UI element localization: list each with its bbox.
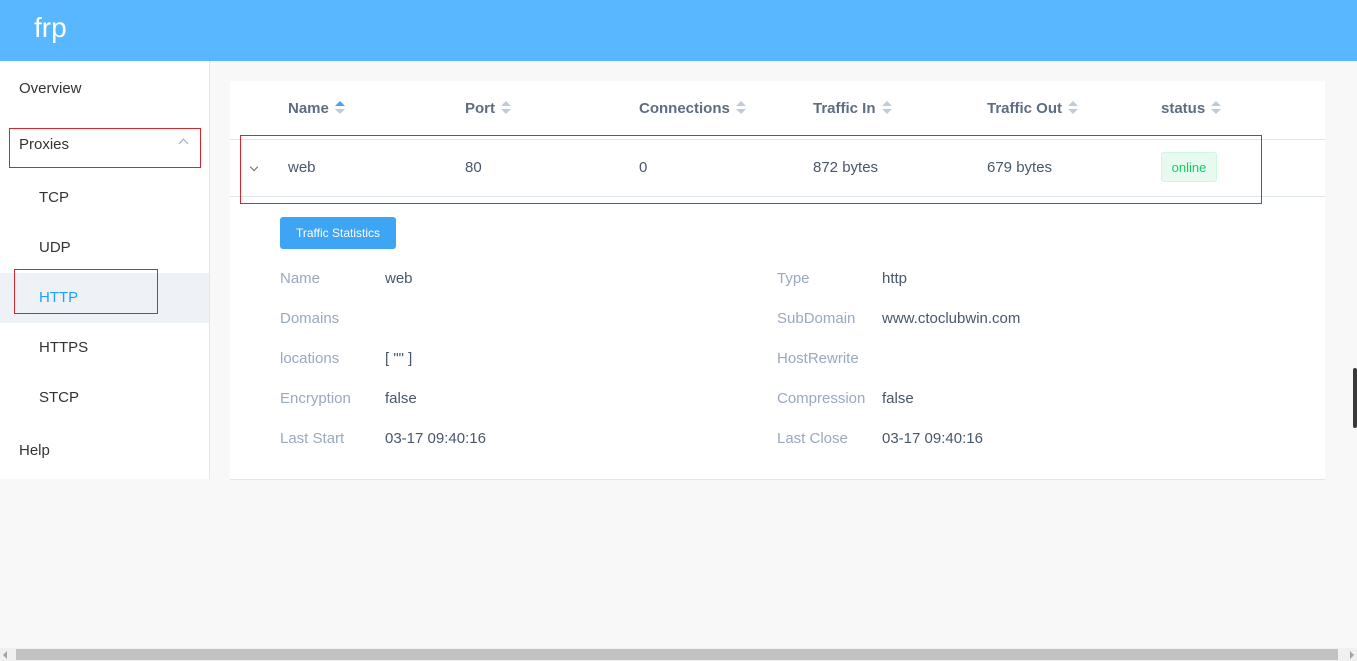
cell-name: web bbox=[288, 159, 316, 176]
traffic-statistics-button[interactable]: Traffic Statistics bbox=[280, 217, 396, 249]
detail-value-last-start: 03-17 09:40:16 bbox=[385, 430, 486, 447]
detail-label-subdomain: SubDomain bbox=[777, 310, 856, 327]
detail-value-locations: [ "" ] bbox=[385, 350, 413, 367]
chevron-up-icon bbox=[178, 138, 189, 149]
proxies-table-panel: Name Port Connections Traffic In Traffic… bbox=[230, 81, 1325, 480]
sidebar-nav: Overview Proxies TCP UDP HTTP HTTPS STCP… bbox=[0, 61, 210, 479]
detail-label-last-close: Last Close bbox=[777, 430, 848, 447]
sidebar-item-label: HTTP bbox=[39, 289, 79, 306]
column-header-traffic-in[interactable]: Traffic In bbox=[813, 100, 892, 117]
sidebar-item-tcp[interactable]: TCP bbox=[0, 173, 209, 223]
sort-caret-icon[interactable] bbox=[735, 101, 746, 115]
sidebar-item-label: STCP bbox=[39, 389, 80, 406]
detail-value-subdomain: www.ctoclubwin.com bbox=[882, 310, 1021, 327]
sidebar-item-label: Proxies bbox=[19, 136, 70, 153]
sidebar-item-label: HTTPS bbox=[39, 339, 89, 356]
sidebar-item-label: UDP bbox=[39, 239, 71, 256]
scroll-left-arrow-icon[interactable] bbox=[3, 651, 7, 659]
detail-label-locations: locations bbox=[280, 350, 340, 367]
top-header: frp bbox=[0, 0, 1357, 61]
detail-value-name: web bbox=[385, 270, 413, 287]
detail-label-encryption: Encryption bbox=[280, 390, 351, 407]
detail-label-type: Type bbox=[777, 270, 810, 287]
column-header-name[interactable]: Name bbox=[288, 100, 345, 117]
sidebar-item-help[interactable]: Help bbox=[0, 426, 209, 476]
detail-value-compression: false bbox=[882, 390, 914, 407]
cell-connections: 0 bbox=[639, 159, 648, 176]
column-header-label: Connections bbox=[639, 100, 730, 117]
sidebar-item-label: TCP bbox=[39, 189, 69, 206]
column-header-port[interactable]: Port bbox=[465, 100, 511, 117]
detail-label-domains: Domains bbox=[280, 310, 340, 327]
detail-value-encryption: false bbox=[385, 390, 417, 407]
horizontal-scrollbar[interactable] bbox=[0, 648, 1357, 661]
table-row[interactable]: web 80 0 872 bytes 679 bytes online bbox=[230, 140, 1325, 197]
sort-caret-icon[interactable] bbox=[881, 101, 892, 115]
column-header-label: Port bbox=[465, 100, 495, 117]
sidebar-item-proxies[interactable]: Proxies bbox=[0, 120, 209, 170]
sidebar-item-http[interactable]: HTTP bbox=[0, 273, 209, 323]
horizontal-scrollbar-thumb[interactable] bbox=[16, 649, 1338, 660]
detail-label-compression: Compression bbox=[777, 390, 866, 407]
detail-value-last-close: 03-17 09:40:16 bbox=[882, 430, 983, 447]
detail-label-last-start: Last Start bbox=[280, 430, 345, 447]
table-header: Name Port Connections Traffic In Traffic… bbox=[230, 81, 1325, 140]
sidebar-item-udp[interactable]: UDP bbox=[0, 223, 209, 273]
scroll-right-arrow-icon[interactable] bbox=[1350, 651, 1354, 659]
column-header-label: Name bbox=[288, 100, 329, 117]
vertical-scrollbar-thumb[interactable] bbox=[1353, 368, 1357, 428]
sort-caret-icon[interactable] bbox=[1211, 101, 1222, 115]
detail-value-type: http bbox=[882, 270, 908, 287]
column-header-traffic-out[interactable]: Traffic Out bbox=[987, 100, 1079, 117]
detail-label-name: Name bbox=[280, 270, 321, 287]
sidebar-item-overview[interactable]: Overview bbox=[0, 64, 209, 114]
column-header-label: Traffic In bbox=[813, 100, 876, 117]
detail-label-hostrewrite: HostRewrite bbox=[777, 350, 859, 367]
expand-chevron-icon[interactable] bbox=[249, 162, 259, 172]
app-logo[interactable]: frp bbox=[34, 12, 67, 44]
sidebar-item-label: Overview bbox=[19, 80, 82, 97]
cell-traffic-out: 679 bytes bbox=[987, 159, 1053, 176]
column-header-status[interactable]: status bbox=[1161, 100, 1222, 117]
cell-traffic-in: 872 bytes bbox=[813, 159, 879, 176]
column-header-connections[interactable]: Connections bbox=[639, 100, 746, 117]
column-header-label: Traffic Out bbox=[987, 100, 1063, 117]
cell-port: 80 bbox=[465, 159, 482, 176]
sidebar-item-label: Help bbox=[19, 442, 50, 459]
sort-caret-icon[interactable] bbox=[1068, 101, 1079, 115]
sort-caret-icon[interactable] bbox=[501, 101, 511, 115]
sidebar-item-stcp[interactable]: STCP bbox=[0, 373, 209, 423]
status-badge: online bbox=[1161, 152, 1217, 182]
sort-caret-icon[interactable] bbox=[334, 101, 345, 115]
column-header-label: status bbox=[1161, 100, 1206, 117]
sidebar-item-https[interactable]: HTTPS bbox=[0, 323, 209, 373]
